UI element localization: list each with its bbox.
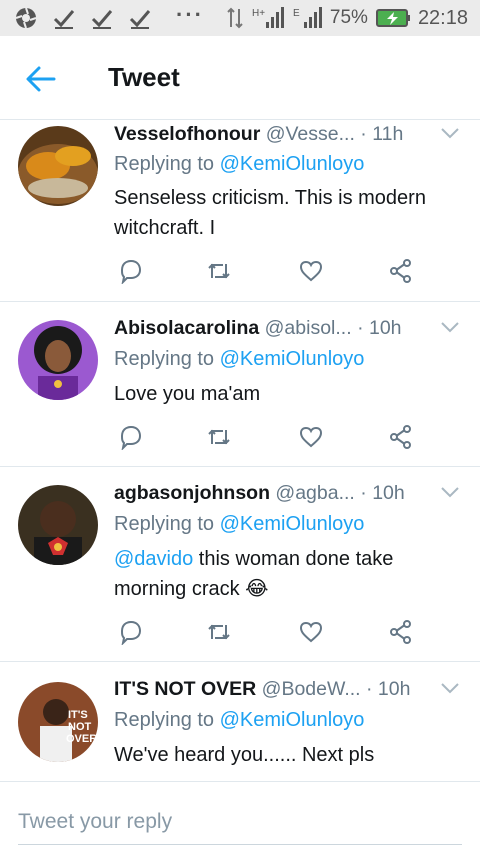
- chevron-down-icon[interactable]: [440, 125, 460, 141]
- replying-to-label: Replying to: [114, 153, 220, 175]
- tweet-time: · 11h: [360, 123, 404, 145]
- battery-percent: 75%: [329, 7, 368, 28]
- reply-icon[interactable]: [118, 424, 144, 450]
- reply-composer: [0, 781, 480, 854]
- svg-text:E: E: [293, 8, 300, 19]
- mention-link[interactable]: @KemiOlunloyo: [220, 348, 365, 370]
- status-right: H+ E 75% 22:18: [226, 6, 468, 30]
- tweet-item[interactable]: Vesselofhonour @Vesse... · 11h Replying …: [0, 120, 480, 302]
- status-left-icons: [14, 6, 152, 30]
- clock: 22:18: [417, 6, 468, 29]
- reply-icon[interactable]: [118, 619, 144, 645]
- share-icon[interactable]: [388, 424, 414, 450]
- tweet-meta: Vesselofhonour @Vesse... · 11h: [114, 123, 460, 151]
- page-title: Tweet: [108, 62, 180, 92]
- replying-to-label: Replying to: [114, 709, 220, 731]
- tweet-text: Love you ma'am: [114, 383, 261, 405]
- emoji: 😂: [245, 578, 269, 600]
- battery-charging-icon: [375, 9, 410, 27]
- tweet-time: · 10h: [366, 678, 411, 700]
- svg-text:NOT: NOT: [68, 721, 92, 733]
- mention-link[interactable]: @KemiOlunloyo: [220, 709, 365, 731]
- heart-icon[interactable]: [298, 619, 324, 645]
- tweet-text: @davido this woman done take morning cra…: [114, 544, 460, 604]
- status-bar: ··· H+ E 75% 22:18: [0, 0, 480, 36]
- reply-icon[interactable]: [118, 258, 144, 284]
- author-handle[interactable]: @agba...: [275, 482, 354, 504]
- replying-to: Replying to @KemiOlunloyo: [114, 153, 364, 176]
- retweet-icon[interactable]: [206, 258, 232, 284]
- share-icon[interactable]: [388, 258, 414, 284]
- avatar[interactable]: [18, 485, 98, 565]
- tweet-meta: IT'S NOT OVER @BodeW... · 10h: [114, 678, 460, 706]
- tweet-text: We've heard you...... Next pls: [114, 744, 375, 766]
- avatar[interactable]: [18, 126, 98, 206]
- tweet-item[interactable]: agbasonjohnson @agba... · 10h Replying t…: [0, 467, 480, 662]
- check-icon: [53, 10, 75, 29]
- avatar[interactable]: IT'S NOT OVER: [18, 682, 98, 762]
- reply-input[interactable]: [18, 806, 462, 838]
- mention-link[interactable]: @KemiOlunloyo: [220, 513, 365, 535]
- heart-icon[interactable]: [298, 424, 324, 450]
- back-arrow-icon[interactable]: [24, 64, 58, 94]
- aperture-icon: [15, 7, 37, 29]
- tweet-item[interactable]: IT'S NOT OVER IT'S NOT OVER @BodeW... · 10…: [0, 662, 480, 781]
- mention-link[interactable]: @davido: [114, 548, 193, 570]
- svg-text:OVER: OVER: [66, 733, 97, 745]
- check-icon: [129, 10, 151, 29]
- tweet-text: Senseless criticism. This is modern witc…: [114, 187, 426, 239]
- chevron-down-icon[interactable]: [440, 680, 460, 696]
- replying-to: Replying to @KemiOlunloyo: [114, 709, 364, 732]
- author-handle[interactable]: @BodeW...: [262, 678, 361, 700]
- svg-text:H+: H+: [252, 8, 265, 19]
- tweet-actions: [118, 424, 418, 450]
- mention-link[interactable]: @KemiOlunloyo: [220, 153, 365, 175]
- author-name[interactable]: agbasonjohnson: [114, 482, 270, 504]
- tweet-time: · 10h: [360, 482, 405, 504]
- author-name[interactable]: Vesselofhonour: [114, 123, 260, 145]
- tweet-time: · 10h: [357, 317, 402, 339]
- signal-e-icon: E: [293, 7, 322, 28]
- chevron-down-icon[interactable]: [440, 319, 460, 335]
- data-transfer-icon: [227, 7, 243, 29]
- heart-icon[interactable]: [298, 258, 324, 284]
- avatar[interactable]: [18, 320, 98, 400]
- replying-to: Replying to @KemiOlunloyo: [114, 348, 364, 371]
- svg-text:IT'S: IT'S: [68, 709, 88, 721]
- tweet-actions: [118, 258, 418, 284]
- replying-to-label: Replying to: [114, 348, 220, 370]
- replying-to-label: Replying to: [114, 513, 220, 535]
- status-overflow: ···: [176, 2, 204, 27]
- author-handle[interactable]: @abisol...: [265, 317, 352, 339]
- author-handle[interactable]: @Vesse...: [266, 123, 355, 145]
- author-name[interactable]: IT'S NOT OVER: [114, 678, 256, 700]
- input-underline: [18, 844, 462, 845]
- signal-h-icon: H+: [252, 7, 284, 28]
- retweet-icon[interactable]: [206, 424, 232, 450]
- tweet-meta: Abisolacarolina @abisol... · 10h: [114, 317, 460, 345]
- check-icon: [91, 10, 113, 29]
- tweet-meta: agbasonjohnson @agba... · 10h: [114, 482, 460, 510]
- retweet-icon[interactable]: [206, 619, 232, 645]
- share-icon[interactable]: [388, 619, 414, 645]
- top-bar: Tweet: [0, 36, 480, 120]
- tweet-actions: [118, 619, 418, 645]
- chevron-down-icon[interactable]: [440, 484, 460, 500]
- author-name[interactable]: Abisolacarolina: [114, 317, 259, 339]
- replying-to: Replying to @KemiOlunloyo: [114, 513, 364, 536]
- tweet-item[interactable]: Abisolacarolina @abisol... · 10h Replyin…: [0, 302, 480, 467]
